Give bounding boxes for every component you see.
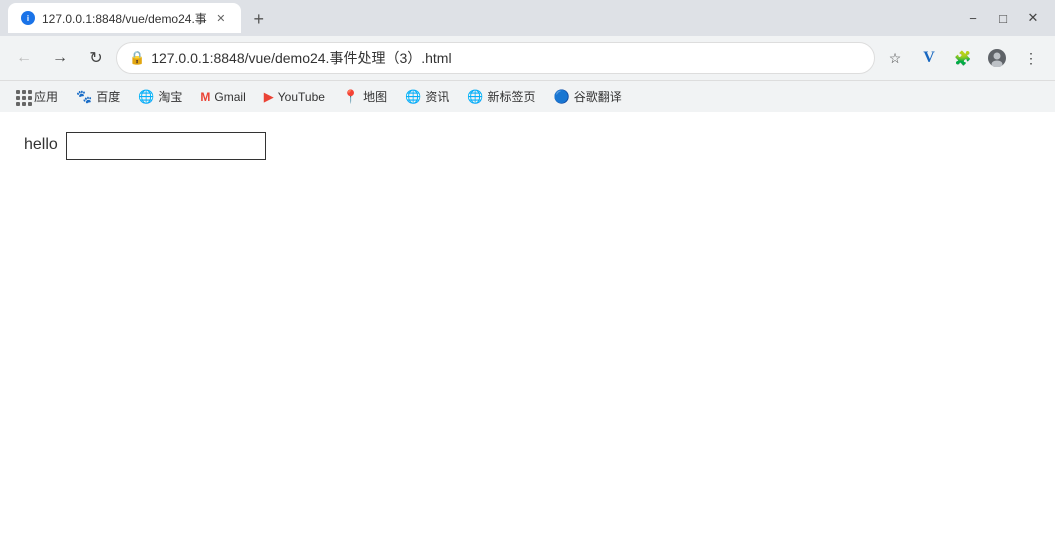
bookmark-apps-label: 应用 bbox=[34, 88, 58, 105]
svg-text:i: i bbox=[27, 14, 29, 23]
bookmark-newtab[interactable]: 🌐 新标签页 bbox=[459, 84, 543, 109]
bookmark-translate[interactable]: 🔵 谷歌翻译 bbox=[546, 84, 630, 109]
bookmark-star-button[interactable]: ☆ bbox=[879, 42, 911, 74]
chrome-menu-button[interactable]: ⋮ bbox=[1015, 42, 1047, 74]
bookmark-newtab-label: 新标签页 bbox=[488, 88, 536, 105]
extensions-button[interactable]: 🧩 bbox=[947, 42, 979, 74]
tab-strip: i 127.0.0.1:8848/vue/demo24.事 ✕ + bbox=[8, 3, 959, 33]
back-button[interactable]: ← bbox=[8, 42, 40, 74]
taobao-icon: 🌐 bbox=[138, 89, 154, 105]
security-icon: 🔒 bbox=[129, 50, 145, 66]
address-text: 127.0.0.1:8848/vue/demo24.事件处理（3）.html bbox=[151, 48, 862, 68]
close-button[interactable]: ✕ bbox=[1019, 4, 1047, 32]
maximize-button[interactable]: □ bbox=[989, 4, 1017, 32]
nav-right-buttons: ☆ V 🧩 ⋮ bbox=[879, 42, 1047, 74]
bookmark-taobao-label: 淘宝 bbox=[158, 88, 182, 105]
translate-icon: 🔵 bbox=[554, 89, 570, 105]
title-bar: i 127.0.0.1:8848/vue/demo24.事 ✕ + − □ ✕ bbox=[0, 0, 1055, 36]
newtab-icon: 🌐 bbox=[467, 89, 483, 105]
bookmark-taobao[interactable]: 🌐 淘宝 bbox=[130, 84, 190, 109]
profile-button[interactable] bbox=[981, 42, 1013, 74]
bookmark-baidu-label: 百度 bbox=[96, 88, 120, 105]
bookmark-translate-label: 谷歌翻译 bbox=[574, 88, 622, 105]
hello-label: hello bbox=[24, 136, 58, 154]
bookmark-apps[interactable]: 应用 bbox=[8, 84, 66, 109]
news-icon: 🌐 bbox=[405, 89, 421, 105]
hello-input[interactable] bbox=[66, 132, 266, 160]
bookmark-youtube-label: YouTube bbox=[278, 90, 325, 104]
new-tab-button[interactable]: + bbox=[245, 5, 273, 33]
baidu-icon: 🐾 bbox=[76, 89, 92, 105]
bookmark-news-label: 资讯 bbox=[425, 88, 449, 105]
gmail-icon: M bbox=[200, 90, 210, 104]
bookmark-maps[interactable]: 📍 地图 bbox=[335, 84, 395, 109]
youtube-icon: ▶ bbox=[264, 89, 274, 105]
apps-icon bbox=[16, 90, 30, 104]
bookmark-news[interactable]: 🌐 资讯 bbox=[397, 84, 457, 109]
active-tab[interactable]: i 127.0.0.1:8848/vue/demo24.事 ✕ bbox=[8, 3, 241, 33]
bookmark-maps-label: 地图 bbox=[363, 88, 387, 105]
tab-close-button[interactable]: ✕ bbox=[213, 10, 229, 26]
forward-button[interactable]: → bbox=[44, 42, 76, 74]
minimize-button[interactable]: − bbox=[959, 4, 987, 32]
navigation-bar: ← → ↻ 🔒 127.0.0.1:8848/vue/demo24.事件处理（3… bbox=[0, 36, 1055, 80]
address-bar[interactable]: 🔒 127.0.0.1:8848/vue/demo24.事件处理（3）.html bbox=[116, 42, 875, 74]
browser-frame: i 127.0.0.1:8848/vue/demo24.事 ✕ + − □ ✕ … bbox=[0, 0, 1055, 558]
bookmarks-bar: 应用 🐾 百度 🌐 淘宝 M Gmail ▶ YouTube 📍 地图 🌐 资讯 bbox=[0, 80, 1055, 112]
bookmark-gmail[interactable]: M Gmail bbox=[192, 86, 253, 108]
tab-favicon: i bbox=[20, 10, 36, 26]
refresh-button[interactable]: ↻ bbox=[80, 42, 112, 74]
page-content: hello bbox=[0, 112, 1055, 558]
bookmark-baidu[interactable]: 🐾 百度 bbox=[68, 84, 128, 109]
window-controls: − □ ✕ bbox=[959, 4, 1047, 32]
maps-icon: 📍 bbox=[343, 89, 359, 105]
vuetify-extension-button[interactable]: V bbox=[913, 42, 945, 74]
bookmark-youtube[interactable]: ▶ YouTube bbox=[256, 85, 333, 109]
bookmark-gmail-label: Gmail bbox=[214, 90, 245, 104]
tab-title: 127.0.0.1:8848/vue/demo24.事 bbox=[42, 10, 207, 27]
